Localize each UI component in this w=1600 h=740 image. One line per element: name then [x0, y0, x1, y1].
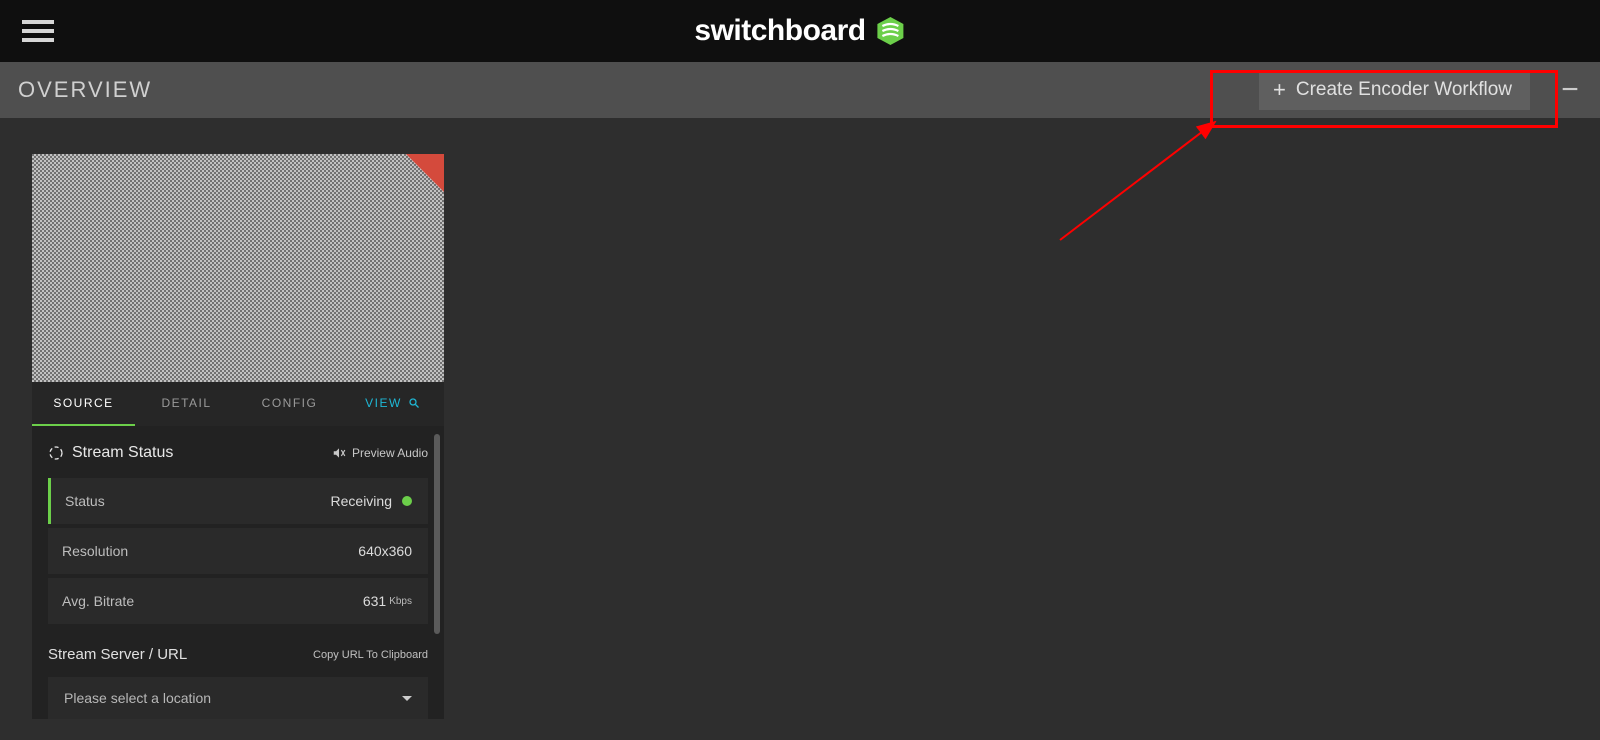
tabs: SOURCE DETAIL CONFIG VIEW	[32, 382, 444, 426]
resolution-label: Resolution	[62, 543, 128, 559]
tab-detail[interactable]: DETAIL	[135, 382, 238, 426]
brand: switchboard	[694, 14, 905, 48]
alert-corner-icon	[406, 154, 444, 192]
main-area: SOURCE DETAIL CONFIG VIEW Stream Status	[0, 118, 1600, 740]
tab-view-label: VIEW	[365, 396, 402, 410]
page-title: OVERVIEW	[18, 77, 152, 103]
bitrate-row: Avg. Bitrate 631 Kbps	[48, 578, 428, 624]
chevron-down-icon	[402, 696, 412, 701]
search-icon	[408, 397, 420, 409]
source-panel: Stream Status Preview Audio Status Recei…	[32, 426, 444, 719]
status-label: Status	[65, 493, 105, 509]
stream-status-title: Stream Status	[72, 444, 173, 462]
collapse-icon[interactable]: −	[1550, 62, 1590, 118]
source-card: SOURCE DETAIL CONFIG VIEW Stream Status	[32, 154, 444, 719]
tab-config[interactable]: CONFIG	[238, 382, 341, 426]
bitrate-unit: Kbps	[389, 596, 412, 607]
tab-source[interactable]: SOURCE	[32, 382, 135, 426]
brand-logo-icon	[876, 16, 906, 46]
plus-icon: +	[1273, 79, 1286, 101]
topbar: switchboard	[0, 0, 1600, 62]
preview-audio-label: Preview Audio	[352, 446, 428, 460]
brand-name: switchboard	[694, 14, 865, 48]
preview-audio-button[interactable]: Preview Audio	[332, 446, 428, 460]
copy-url-button[interactable]: Copy URL To Clipboard	[313, 649, 428, 661]
location-select-placeholder: Please select a location	[64, 690, 211, 706]
stream-preview[interactable]	[32, 154, 444, 382]
scrollbar[interactable]	[434, 434, 440, 634]
status-value: Receiving	[331, 493, 392, 509]
resolution-value: 640x360	[358, 543, 412, 559]
stream-status-heading: Stream Status	[48, 444, 173, 462]
status-icon	[48, 445, 64, 461]
noise-placeholder	[32, 154, 444, 382]
bitrate-value: 631	[363, 593, 386, 609]
create-encoder-workflow-button[interactable]: + Create Encoder Workflow	[1259, 70, 1530, 110]
bitrate-label: Avg. Bitrate	[62, 593, 134, 609]
status-row: Status Receiving	[48, 478, 428, 524]
subheader: OVERVIEW + Create Encoder Workflow −	[0, 62, 1600, 118]
audio-muted-icon	[332, 446, 346, 460]
status-indicator-icon	[402, 496, 412, 506]
tab-view[interactable]: VIEW	[341, 382, 444, 426]
stream-server-heading: Stream Server / URL	[48, 646, 187, 663]
menu-icon[interactable]	[22, 15, 54, 47]
resolution-row: Resolution 640x360	[48, 528, 428, 574]
location-select[interactable]: Please select a location	[48, 677, 428, 719]
cta-label: Create Encoder Workflow	[1296, 79, 1512, 101]
